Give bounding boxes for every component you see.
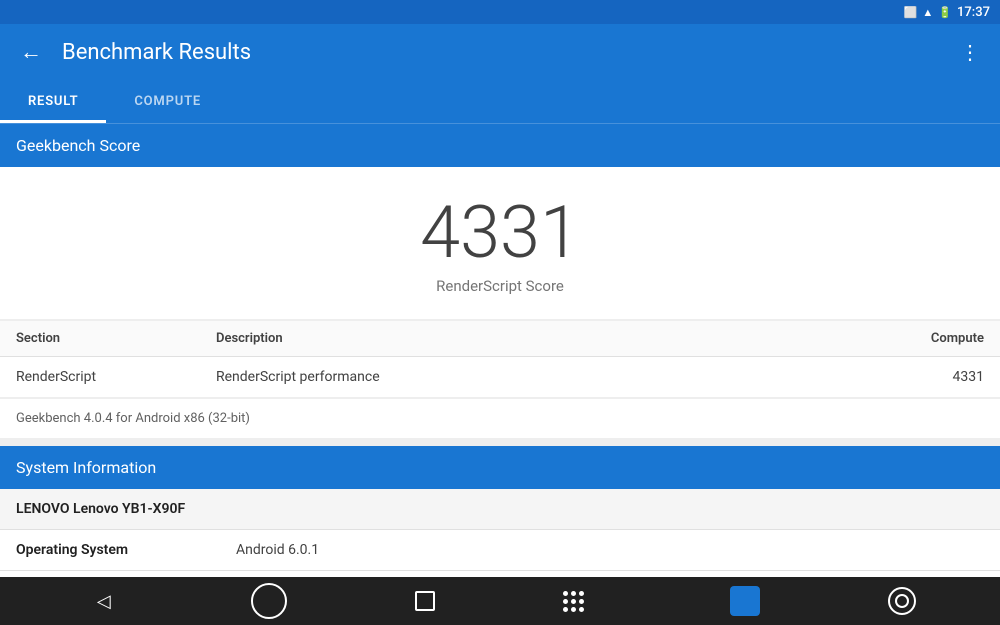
more-options-button[interactable]: ⋮ bbox=[956, 36, 984, 68]
device-name: LENOVO Lenovo YB1-X90F bbox=[0, 489, 1000, 530]
tab-compute[interactable]: COMPUTE bbox=[106, 80, 229, 123]
results-table: Section Description Compute RenderScript… bbox=[0, 321, 1000, 397]
col-header-section: Section bbox=[16, 331, 216, 346]
apps-dot bbox=[579, 607, 584, 612]
apps-dot bbox=[571, 607, 576, 612]
table-header: Section Description Compute bbox=[0, 321, 1000, 357]
row-compute: 4331 bbox=[884, 369, 984, 385]
status-time: 17:37 bbox=[957, 5, 990, 20]
apps-dot bbox=[579, 591, 584, 596]
info-row-os: Operating System Android 6.0.1 bbox=[0, 530, 1000, 571]
settings-icon[interactable] bbox=[888, 587, 916, 615]
status-icons: ⬜ ▲ 🔋 17:37 bbox=[904, 5, 990, 20]
col-header-description: Description bbox=[216, 331, 884, 346]
apps-dot bbox=[571, 599, 576, 604]
status-bar: ⬜ ▲ 🔋 17:37 bbox=[0, 0, 1000, 24]
content-area: Geekbench Score 4331 RenderScript Score … bbox=[0, 124, 1000, 577]
system-info-header: System Information bbox=[0, 446, 1000, 489]
geekbench-score-header: Geekbench Score bbox=[0, 124, 1000, 167]
footnote: Geekbench 4.0.4 for Android x86 (32-bit) bbox=[0, 399, 1000, 438]
app-title: Benchmark Results bbox=[62, 40, 940, 65]
tab-result[interactable]: RESULT bbox=[0, 80, 106, 123]
apps-dot bbox=[563, 607, 568, 612]
apps-dot bbox=[579, 599, 584, 604]
app-bar: ← Benchmark Results ⋮ bbox=[0, 24, 1000, 80]
col-header-compute: Compute bbox=[884, 331, 984, 346]
info-value-os: Android 6.0.1 bbox=[236, 542, 984, 558]
nav-apps-button[interactable] bbox=[563, 591, 603, 612]
nav-recent-button[interactable] bbox=[415, 591, 435, 611]
row-description: RenderScript performance bbox=[216, 369, 884, 385]
nav-back-button[interactable]: ◁ bbox=[84, 591, 124, 612]
system-info-section: LENOVO Lenovo YB1-X90F Operating System … bbox=[0, 489, 1000, 577]
apps-dot bbox=[563, 599, 568, 604]
wifi-icon: ▲ bbox=[922, 6, 933, 19]
nav-home-button[interactable] bbox=[251, 583, 287, 619]
back-button[interactable]: ← bbox=[16, 39, 46, 65]
row-section: RenderScript bbox=[16, 369, 216, 385]
nav-bar: ◁ bbox=[0, 577, 1000, 625]
tabs-bar: RESULT COMPUTE bbox=[0, 80, 1000, 124]
table-row: RenderScript RenderScript performance 43… bbox=[0, 357, 1000, 397]
score-card: 4331 RenderScript Score bbox=[0, 167, 1000, 319]
apps-dot bbox=[571, 591, 576, 596]
apps-dot bbox=[563, 591, 568, 596]
info-label-os: Operating System bbox=[16, 542, 236, 558]
score-label: RenderScript Score bbox=[20, 277, 980, 295]
score-number: 4331 bbox=[20, 197, 980, 269]
screenshot-icon: ⬜ bbox=[904, 6, 918, 19]
geekbench-app-icon[interactable] bbox=[730, 586, 760, 616]
battery-icon: 🔋 bbox=[938, 6, 952, 19]
